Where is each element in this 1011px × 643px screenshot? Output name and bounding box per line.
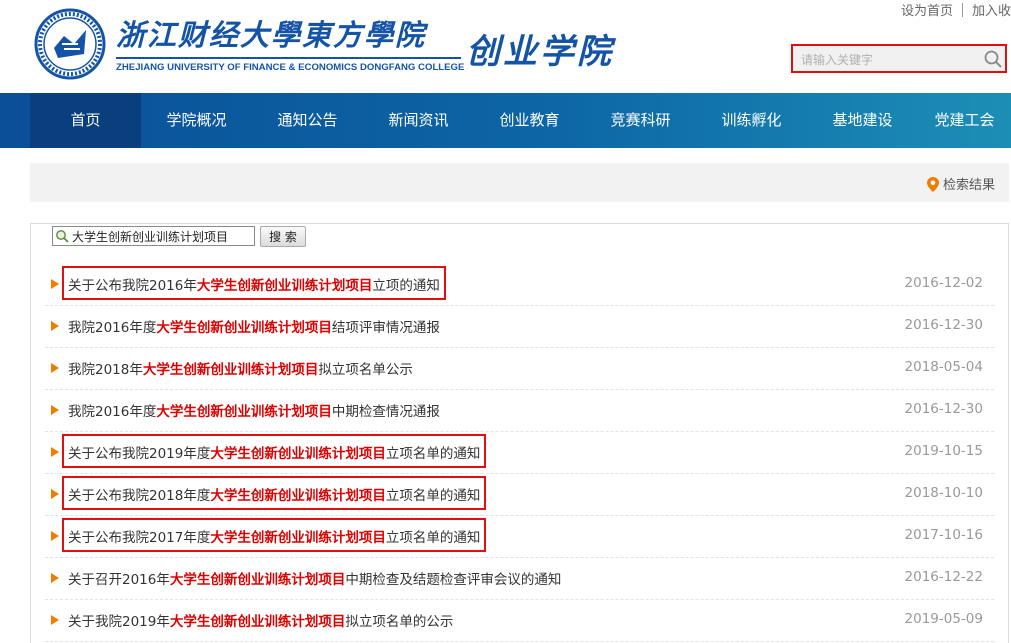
top-links: 设为首页 加入收 <box>901 0 1011 19</box>
breadcrumb-label: 检索结果 <box>942 178 995 193</box>
result-row: 关于公布我院2019年度大学生创新创业训练计划项目立项名单的通知 2019-10-… <box>45 432 994 474</box>
search-button[interactable]: 搜 索 <box>260 226 306 247</box>
result-date: 2016-12-30 <box>904 317 983 333</box>
college-name-en: ZHEJIANG UNIVERSITY OF FINANCE & ECONOMI… <box>116 62 465 73</box>
set-homepage-link[interactable]: 设为首页 <box>901 0 953 19</box>
result-row: 我院2016年度大学生创新创业训练计划项目中期检查情况通报 2016-12-30 <box>45 390 994 432</box>
results-panel: 搜 索 关于公布我院2016年大学生创新创业训练计划项目立项的通知2016-12… <box>30 223 1009 643</box>
result-row: 关于公布我院2018年度大学生创新创业训练计划项目立项名单的通知 2018-10-… <box>45 474 994 516</box>
result-title-link[interactable]: 关于召开2016年大学生创新创业训练计划项目中期检查及结题检查评审会议的通知 <box>68 568 561 588</box>
result-title-link[interactable]: 我院2018年大学生创新创业训练计划项目拟立项名单公示 <box>68 358 413 378</box>
result-date: 2016-12-30 <box>904 401 983 417</box>
nav-item-party[interactable]: 党建工会 <box>918 93 1011 148</box>
result-row: 关于公布我院2017年度大学生创新创业训练计划项目立项名单的通知 2017-10-… <box>45 516 994 558</box>
nav-item-about[interactable]: 学院概况 <box>141 93 252 148</box>
nav-item-home[interactable]: 首页 <box>30 93 141 148</box>
result-title-link[interactable]: 我院2016年度大学生创新创业训练计划项目中期检查情况通报 <box>68 400 440 420</box>
triangle-bullet-icon <box>51 447 59 457</box>
result-title-keyword: 大学生创新创业训练计划项目 <box>142 362 319 378</box>
result-title-prefix: 我院2018年 <box>68 362 143 378</box>
add-favorite-link[interactable]: 加入收 <box>972 0 1011 19</box>
query-input[interactable] <box>72 227 252 245</box>
triangle-bullet-icon <box>51 321 59 331</box>
site-header: 设为首页 加入收 浙江财经大學東方學院 ZHEJIANG UNIVERSITY O… <box>0 0 1011 93</box>
main-nav: 首页 学院概况 通知公告 新闻资讯 创业教育 竞赛科研 训练孵化 基地建设 党建… <box>0 93 1011 148</box>
result-date: 2019-05-09 <box>904 611 983 627</box>
top-links-divider <box>961 3 963 17</box>
result-title-suffix: 结项评审情况通报 <box>331 320 440 336</box>
result-title-keyword: 大学生创新创业训练计划项目 <box>156 320 332 336</box>
triangle-bullet-icon <box>51 279 59 289</box>
site-search-box <box>791 44 1007 73</box>
result-row: 关于我院2019年大学生创新创业训练计划项目拟立项名单的公示 2019-05-09 <box>45 600 994 642</box>
triangle-bullet-icon <box>51 531 59 541</box>
result-title-suffix: 中期检查情况通报 <box>331 404 440 420</box>
result-title-suffix: 中期检查及结题检查评审会议的通知 <box>345 572 562 588</box>
college-name-rule <box>116 57 461 59</box>
triangle-bullet-icon <box>51 363 59 373</box>
result-title-prefix: 关于我院2019年 <box>68 614 170 630</box>
result-title-prefix: 关于召开2016年 <box>68 572 170 588</box>
site-search-input[interactable] <box>799 49 983 71</box>
nav-item-education[interactable]: 创业教育 <box>474 93 585 148</box>
results-list: 关于公布我院2016年大学生创新创业训练计划项目立项的通知 2016-12-02 我… <box>31 264 1008 642</box>
nav-item-incubation[interactable]: 训练孵化 <box>696 93 807 148</box>
triangle-bullet-icon <box>51 405 59 415</box>
triangle-bullet-icon <box>51 573 59 583</box>
college-name-cn: 浙江财经大學東方學院 <box>116 18 427 52</box>
school-name: 创业学院 <box>466 32 614 72</box>
result-title-keyword: 大学生创新创业训练计划项目 <box>169 572 346 588</box>
breadcrumb-bar: 检索结果 <box>30 163 1009 202</box>
result-title-keyword: 大学生创新创业训练计划项目 <box>169 614 346 630</box>
annotation-highlight-box <box>62 518 486 552</box>
query-field <box>52 226 255 246</box>
annotation-highlight-box <box>62 434 486 468</box>
result-title-link[interactable]: 我院2016年度大学生创新创业训练计划项目结项评审情况通报 <box>68 316 440 336</box>
result-row: 关于公布我院2016年大学生创新创业训练计划项目立项的通知 2016-12-02 <box>45 264 994 306</box>
result-date: 2018-05-04 <box>904 359 983 375</box>
nav-item-news[interactable]: 新闻资讯 <box>363 93 474 148</box>
triangle-bullet-icon <box>51 615 59 625</box>
result-title-keyword: 大学生创新创业训练计划项目 <box>156 404 332 420</box>
nav-item-notices[interactable]: 通知公告 <box>252 93 363 148</box>
result-date: 2017-10-16 <box>904 527 983 543</box>
breadcrumb: 检索结果 <box>926 174 995 193</box>
magnifier-icon <box>56 230 69 243</box>
location-pin-icon <box>926 177 939 192</box>
result-title-prefix: 我院2016年度 <box>68 320 157 336</box>
nav-item-competitions[interactable]: 竞赛科研 <box>585 93 696 148</box>
result-title-suffix: 拟立项名单公示 <box>318 362 413 378</box>
search-icon[interactable] <box>983 49 1003 69</box>
annotation-highlight-box <box>62 266 446 300</box>
result-title-suffix: 拟立项名单的公示 <box>345 614 454 630</box>
nav-item-bases[interactable]: 基地建设 <box>807 93 918 148</box>
college-seal-logo[interactable] <box>34 8 106 80</box>
result-date: 2018-10-10 <box>904 485 983 501</box>
result-row: 我院2016年度大学生创新创业训练计划项目结项评审情况通报 2016-12-30 <box>45 306 994 348</box>
triangle-bullet-icon <box>51 489 59 499</box>
result-title-link[interactable]: 关于我院2019年大学生创新创业训练计划项目拟立项名单的公示 <box>68 610 453 630</box>
result-title-prefix: 我院2016年度 <box>68 404 157 420</box>
result-date: 2019-10-15 <box>904 443 983 459</box>
result-row: 关于召开2016年大学生创新创业训练计划项目中期检查及结题检查评审会议的通知 20… <box>45 558 994 600</box>
result-date: 2016-12-02 <box>904 275 983 291</box>
annotation-highlight-box <box>62 476 486 510</box>
result-date: 2016-12-22 <box>904 569 983 585</box>
result-row: 我院2018年大学生创新创业训练计划项目拟立项名单公示 2018-05-04 <box>45 348 994 390</box>
